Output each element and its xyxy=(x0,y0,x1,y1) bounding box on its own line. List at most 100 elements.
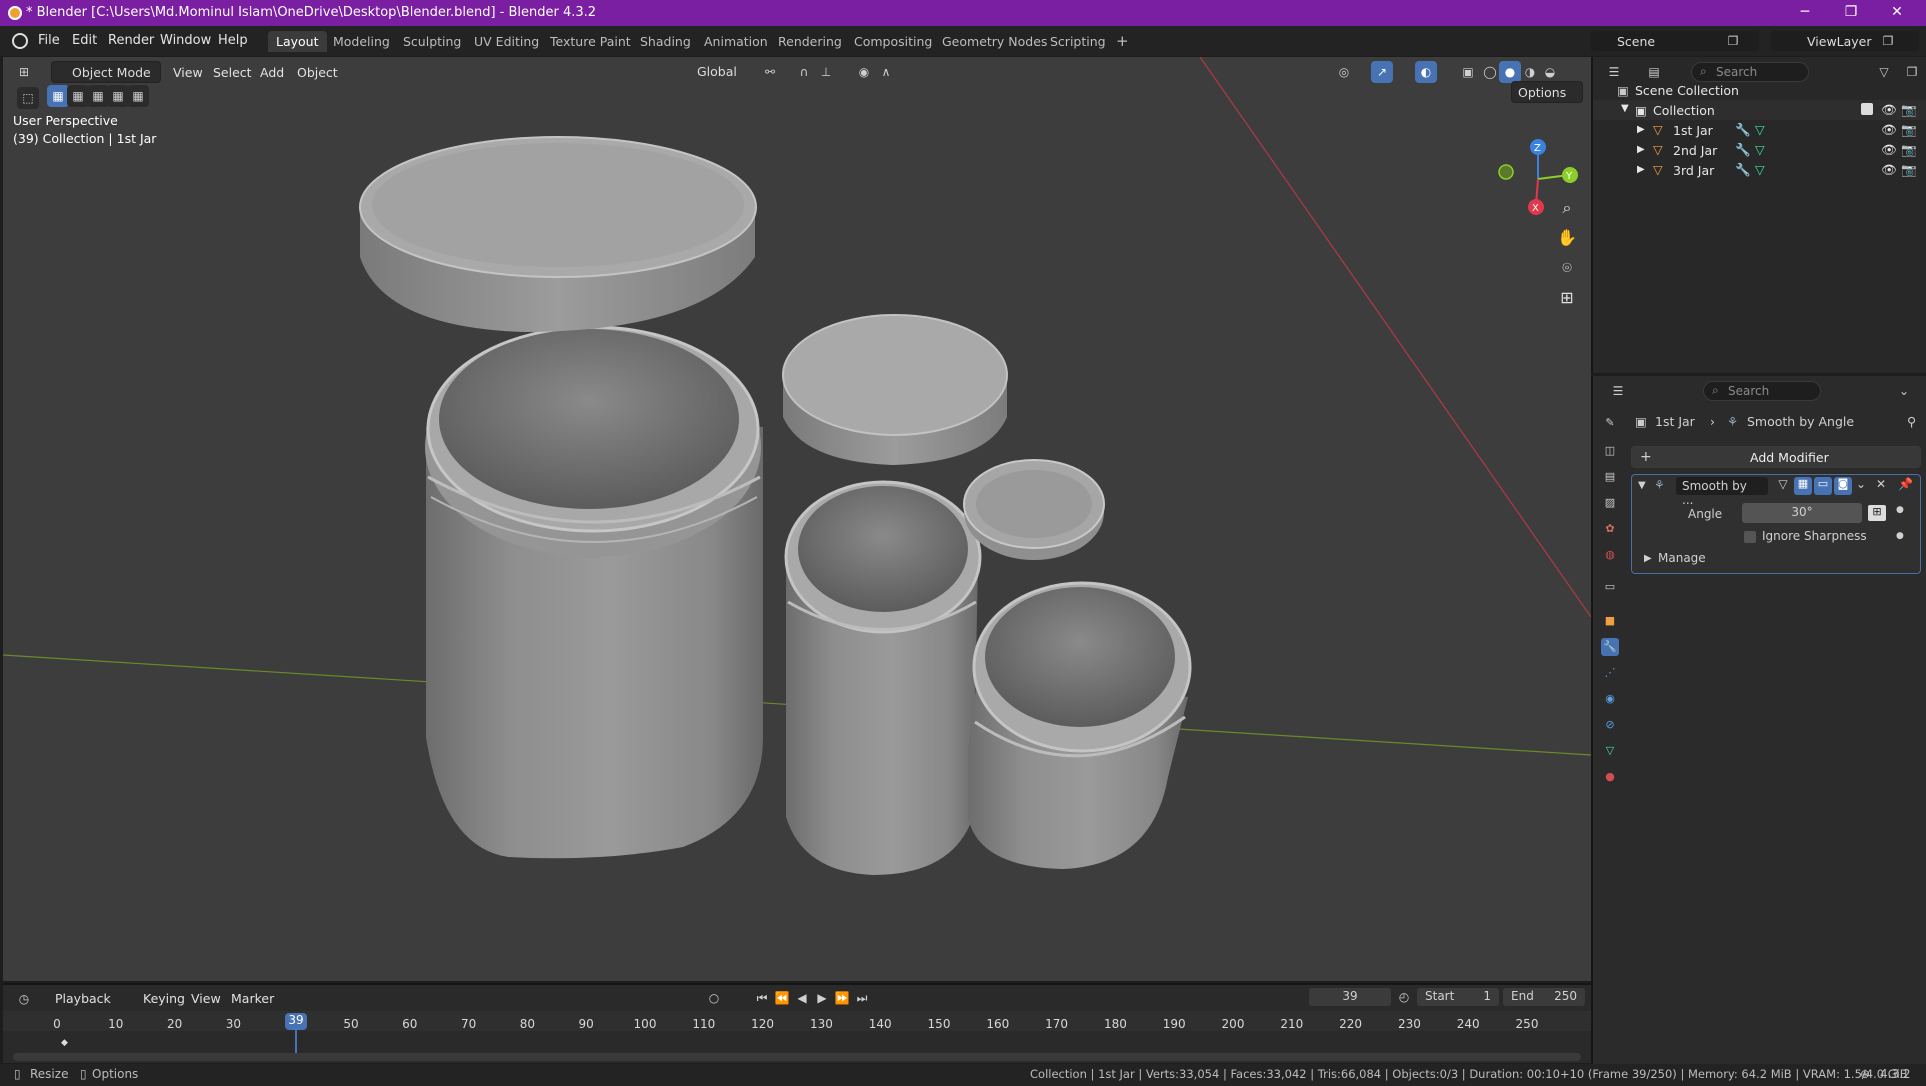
tree-row-object[interactable]: ▶ ▽ 1st Jar 🔧 ▽ 👁 📷 xyxy=(1593,120,1926,140)
overlay-toggle-icon[interactable]: ◐ xyxy=(1415,61,1437,83)
keyframe-diamond-icon[interactable]: ◆ xyxy=(61,1038,68,1048)
tab-layout[interactable]: Layout xyxy=(268,31,327,52)
menu-help[interactable]: Help xyxy=(218,33,248,48)
add-workspace-button[interactable]: + xyxy=(1108,31,1137,52)
select-subtract-icon[interactable]: ▦ xyxy=(87,85,109,107)
pan-hand-icon[interactable]: ✋ xyxy=(1553,225,1581,251)
tab-modeling[interactable]: Modeling xyxy=(325,31,398,52)
editor-type-icon[interactable]: ⊞ xyxy=(13,61,35,83)
chevron-down-icon[interactable]: ⌄ xyxy=(1893,380,1915,402)
remove-modifier-icon[interactable]: ✕ xyxy=(1876,477,1886,491)
wireframe-shading-icon[interactable]: ◯ xyxy=(1479,61,1501,83)
outliner-search-input[interactable]: ⌕ Search xyxy=(1691,62,1809,82)
first-jar-lid[interactable] xyxy=(359,136,757,332)
select-extend-icon[interactable]: ▦ xyxy=(67,85,89,107)
output-tab-icon[interactable]: ▤ xyxy=(1601,468,1619,486)
properties-editor-type-icon[interactable]: ☰ xyxy=(1607,380,1629,402)
select-invert-icon[interactable]: ▦ xyxy=(107,85,129,107)
falloff-icon[interactable]: ∧ xyxy=(875,61,897,83)
material-shading-icon[interactable]: ◑ xyxy=(1519,61,1541,83)
expand-arrow-icon[interactable]: ▶ xyxy=(1637,124,1645,135)
render-camera-icon[interactable]: 📷 xyxy=(1901,162,1917,178)
visibility-eye-icon[interactable]: 👁 xyxy=(1881,102,1897,118)
3d-viewport[interactable]: Z Y X ⊞ Object Mode View Select Add Obje… xyxy=(3,57,1591,981)
pin-icon[interactable]: ⚲ xyxy=(1907,414,1916,429)
proportional-editing-icon[interactable]: ◉ xyxy=(853,61,875,83)
xray-icon[interactable]: ▣ xyxy=(1457,61,1479,83)
menu-add[interactable]: Add xyxy=(260,65,284,80)
collection-tab-icon[interactable]: ▭ xyxy=(1601,578,1619,596)
keyframe-dot-icon[interactable]: ● xyxy=(1896,505,1904,515)
tab-geometry-nodes[interactable]: Geometry Nodes xyxy=(934,31,1055,52)
object-tab-icon[interactable]: ■ xyxy=(1601,612,1619,630)
maximize-button[interactable]: ❐ xyxy=(1836,4,1866,22)
mode-selector[interactable]: Object Mode xyxy=(51,61,161,83)
second-jar-body[interactable] xyxy=(784,480,982,875)
ignore-sharpness-checkbox[interactable] xyxy=(1744,531,1756,543)
tree-row-scene-collection[interactable]: ▣ Scene Collection xyxy=(1593,80,1926,100)
tab-shading[interactable]: Shading xyxy=(632,31,699,52)
tab-texture-paint[interactable]: Texture Paint xyxy=(542,31,639,52)
expand-arrow-icon[interactable]: ▶ xyxy=(1644,553,1652,564)
edit-mode-toggle-icon[interactable]: ▽ xyxy=(1774,477,1792,495)
modifier-wrench-icon[interactable]: 🔧 xyxy=(1735,162,1751,178)
menu-view[interactable]: View xyxy=(173,65,203,80)
material-tab-icon[interactable]: ● xyxy=(1601,768,1619,786)
menu-object[interactable]: Object xyxy=(297,65,338,80)
tree-row-collection[interactable]: ▼ ▣ Collection 👁 📷 xyxy=(1593,100,1926,120)
mesh-data-icon[interactable]: ▽ xyxy=(1755,142,1765,157)
gizmo-neg-y-axis[interactable] xyxy=(1498,164,1514,180)
gizmo-toggle-icon[interactable]: ↗ xyxy=(1371,61,1393,83)
render-camera-icon[interactable]: 📷 xyxy=(1901,122,1917,138)
camera-view-icon[interactable]: ⌾ xyxy=(1553,255,1581,281)
tool-tab-icon[interactable]: ✎ xyxy=(1601,414,1619,432)
auto-keying-icon[interactable]: ○ xyxy=(703,987,725,1009)
play-reverse-icon[interactable]: ◀ xyxy=(791,987,813,1009)
start-frame-field[interactable]: Start 1 xyxy=(1417,988,1499,1006)
prev-keyframe-icon[interactable]: ⏪ xyxy=(771,987,793,1009)
tab-sculpting[interactable]: Sculpting xyxy=(395,31,469,52)
select-tool-icon[interactable]: ⬚ xyxy=(17,87,39,109)
tree-row-object[interactable]: ▶ ▽ 2nd Jar 🔧 ▽ 👁 📷 xyxy=(1593,140,1926,160)
visibility-eye-icon[interactable]: 👁 xyxy=(1881,122,1897,138)
tab-rendering[interactable]: Rendering xyxy=(770,31,850,52)
view-layer-tab-icon[interactable]: ▨ xyxy=(1601,494,1619,512)
tab-compositing[interactable]: Compositing xyxy=(846,31,940,52)
render-camera-icon[interactable]: 📷 xyxy=(1901,142,1917,158)
visibility-icon[interactable]: ◎ xyxy=(1333,61,1355,83)
chevron-down-icon[interactable]: ⌄ xyxy=(1856,477,1866,491)
jump-start-icon[interactable]: ⏮ xyxy=(751,987,773,1009)
clock-icon[interactable]: ◴ xyxy=(1393,986,1415,1008)
world-tab-icon[interactable]: ◍ xyxy=(1601,546,1619,564)
expand-arrow-icon[interactable]: ▶ xyxy=(1637,164,1645,175)
second-jar-lid[interactable] xyxy=(782,314,1008,465)
menu-timeline-view[interactable]: View xyxy=(191,991,221,1006)
current-frame-field[interactable]: 39 xyxy=(1309,988,1391,1006)
snap-target-icon[interactable]: ⊥ xyxy=(815,61,837,83)
third-jar-body[interactable] xyxy=(968,581,1192,869)
select-intersect-icon[interactable]: ▦ xyxy=(127,85,149,107)
keyframe-dot-icon[interactable]: ● xyxy=(1896,531,1904,541)
rendered-shading-icon[interactable]: ◒ xyxy=(1539,61,1561,83)
visibility-eye-icon[interactable]: 👁 xyxy=(1881,162,1897,178)
menu-marker[interactable]: Marker xyxy=(231,991,274,1006)
scene-tab-icon[interactable]: ✿ xyxy=(1601,520,1619,538)
third-jar-lid[interactable] xyxy=(963,459,1105,560)
physics-tab-icon[interactable]: ◉ xyxy=(1601,690,1619,708)
zoom-icon[interactable]: ⌕ xyxy=(1553,195,1581,221)
tab-uv-editing[interactable]: UV Editing xyxy=(466,31,547,52)
minimize-button[interactable]: ─ xyxy=(1790,4,1820,22)
render-tab-icon[interactable]: ◫ xyxy=(1601,442,1619,460)
next-keyframe-icon[interactable]: ⏩ xyxy=(831,987,853,1009)
add-modifier-button[interactable]: + Add Modifier xyxy=(1631,446,1921,468)
modifier-tab-icon[interactable]: 🔧 xyxy=(1601,638,1619,656)
snap-icon[interactable]: ∩ xyxy=(793,61,815,83)
manage-subpanel[interactable]: Manage xyxy=(1658,551,1706,565)
node-input-toggle-icon[interactable]: ⊞ xyxy=(1868,505,1886,521)
properties-search-input[interactable]: ⌕ Search xyxy=(1703,381,1821,401)
menu-keying[interactable]: Keying xyxy=(143,991,185,1006)
options-dropdown[interactable]: Options xyxy=(1511,81,1583,103)
mesh-data-icon[interactable]: ▽ xyxy=(1755,162,1765,177)
tab-scripting[interactable]: Scripting xyxy=(1042,31,1114,52)
tree-row-object[interactable]: ▶ ▽ 3rd Jar 🔧 ▽ 👁 📷 xyxy=(1593,160,1926,180)
